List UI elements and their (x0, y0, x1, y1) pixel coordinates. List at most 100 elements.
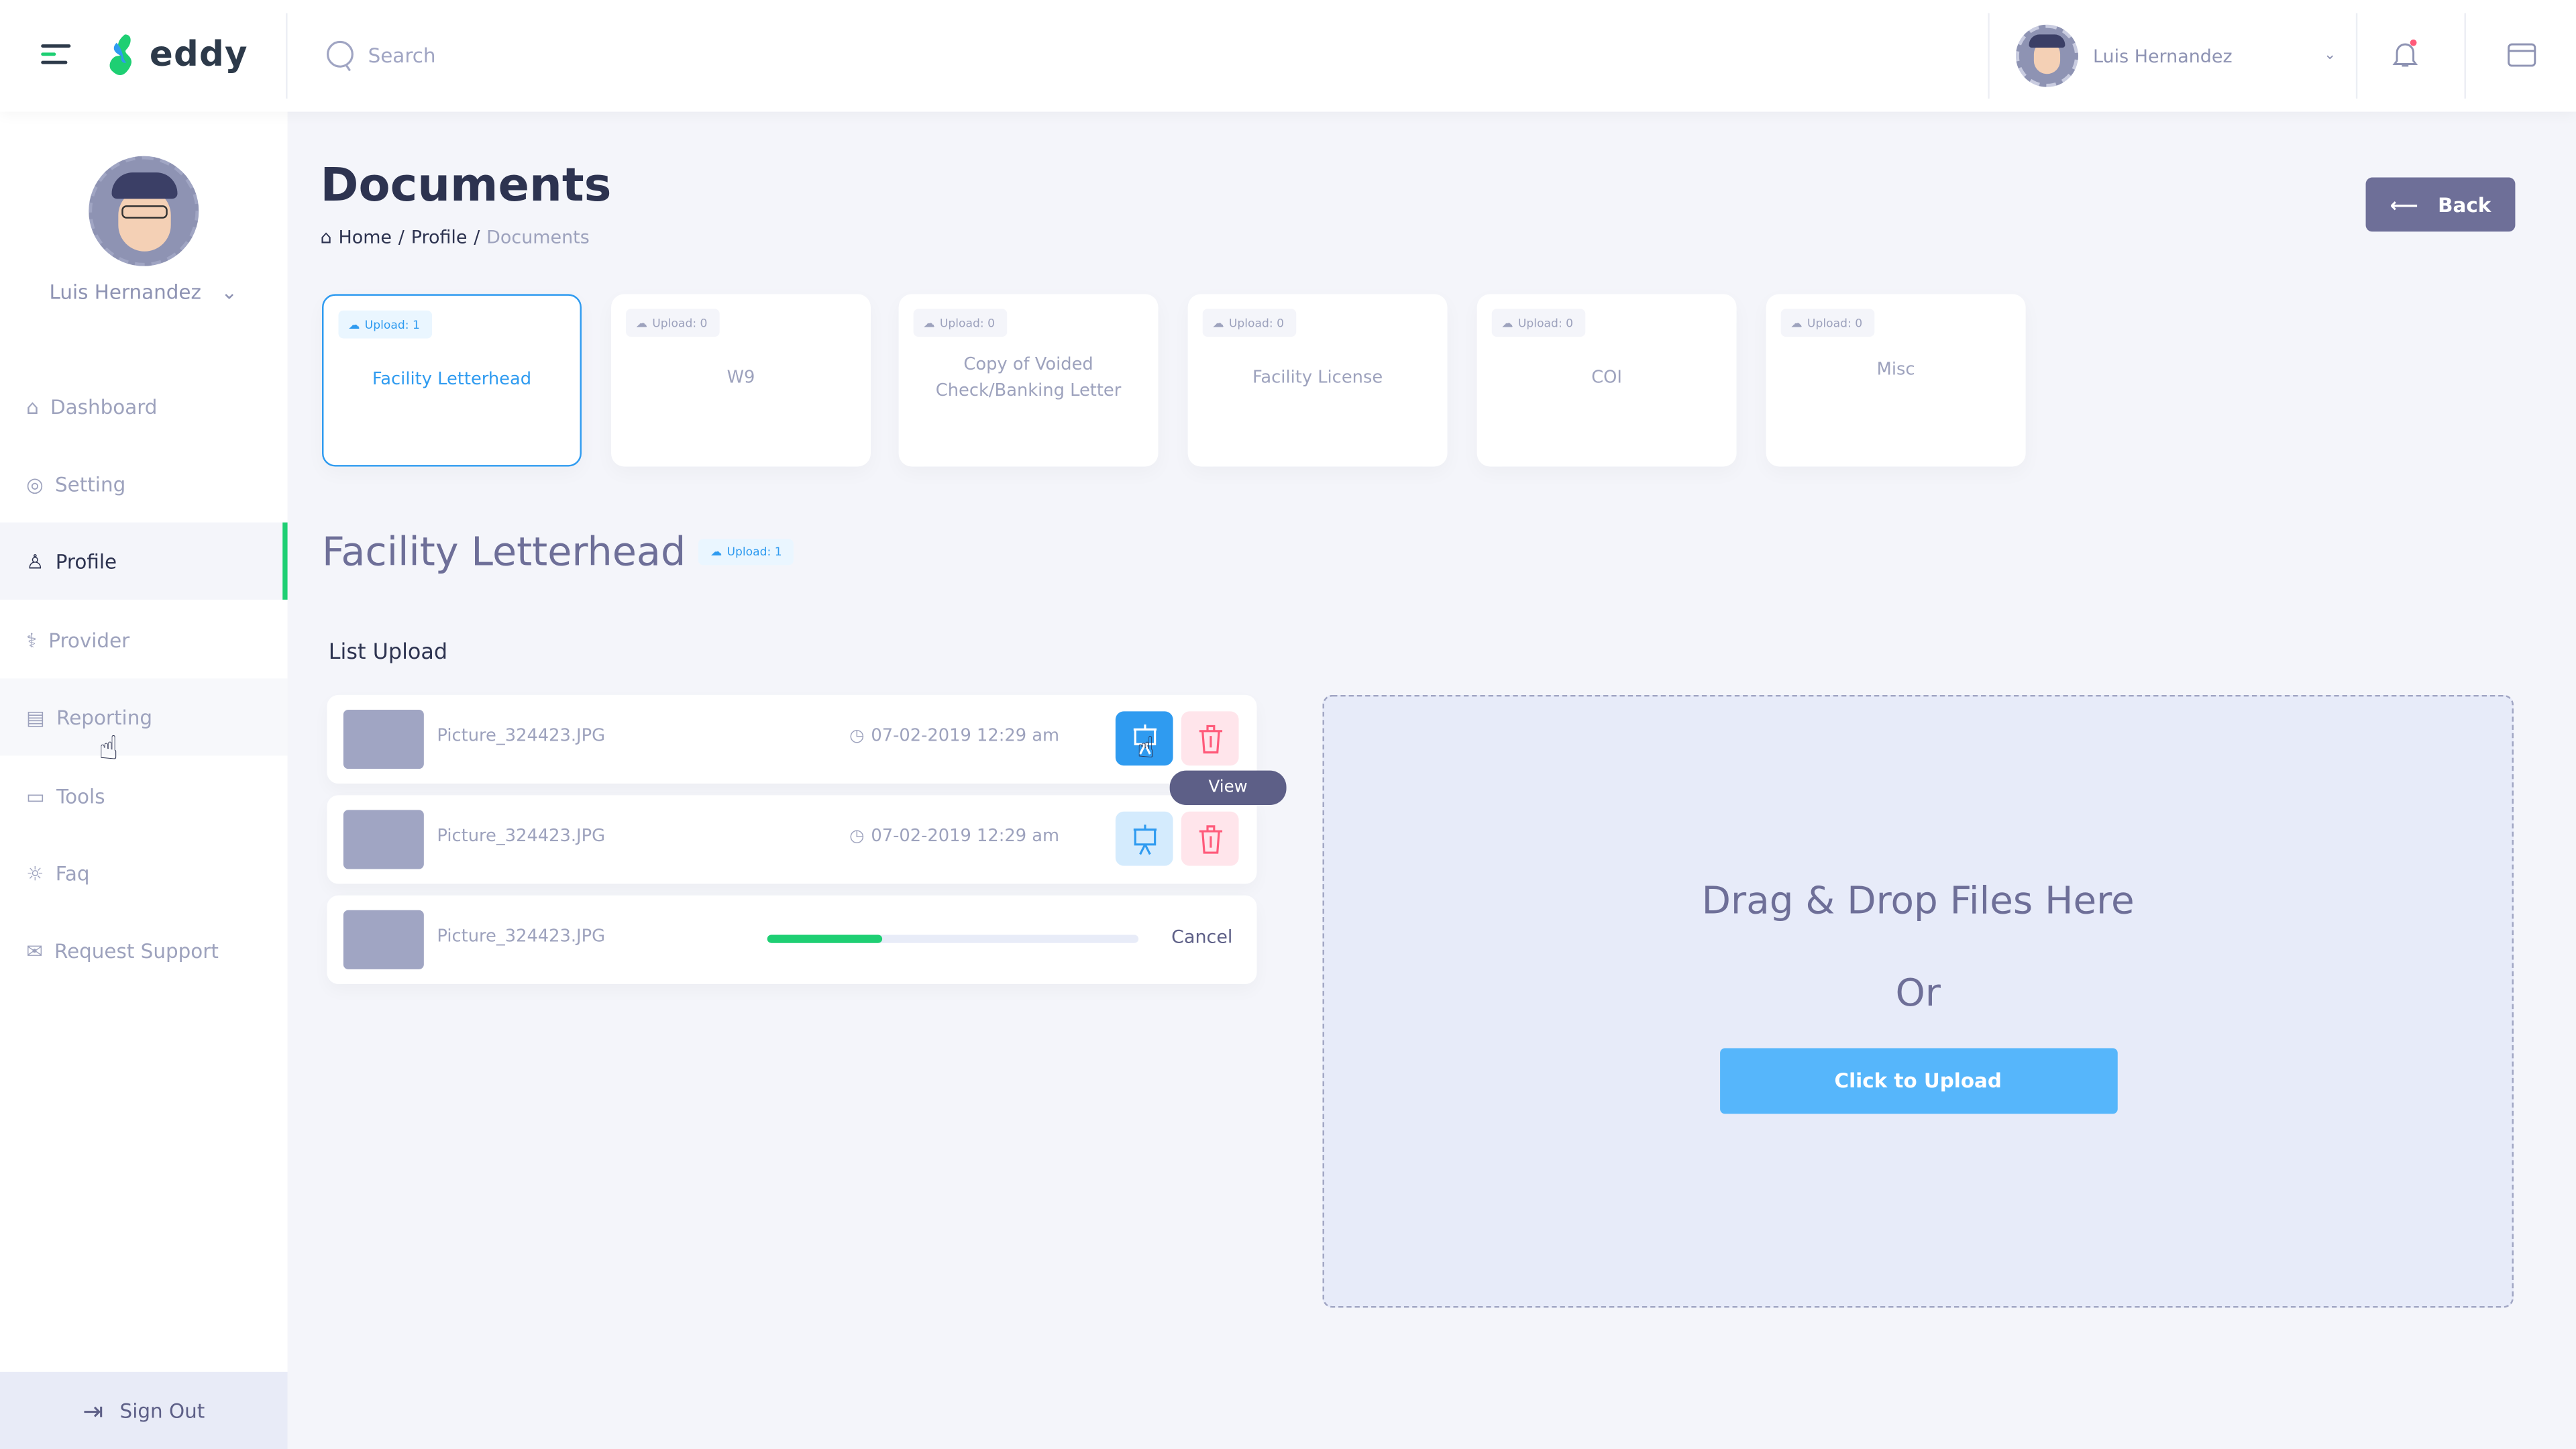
breadcrumb-current: Documents (486, 226, 590, 248)
file-name: Picture_324423.JPG (437, 726, 606, 746)
cloud-upload-icon: ☁ (923, 316, 935, 330)
home-icon: ⌂ (26, 394, 39, 419)
divider (2355, 13, 2358, 99)
clock-icon: ◷ (849, 726, 865, 746)
upload-count-badge: ☁ Upload: 1 (338, 310, 432, 339)
section-header: Facility Letterhead ☁ Upload: 1 (322, 529, 794, 575)
breadcrumb-home[interactable]: Home (338, 227, 392, 248)
top-bar: eddy Search Luis Hernandez ⌄ (0, 0, 2576, 112)
category-title: W9 (727, 368, 755, 388)
user-name: Luis Hernandez (2093, 45, 2233, 67)
sidebar-item-label: Provider (48, 628, 130, 652)
page-title: Documents (320, 158, 612, 212)
dropzone[interactable]: Drag & Drop Files Here Or Click to Uploa… (1322, 694, 2514, 1308)
category-title: Facility Letterhead (372, 370, 532, 390)
category-title: Misc (1876, 360, 1915, 380)
button-label: Click to Upload (1834, 1069, 2002, 1093)
sidebar-item-reporting[interactable]: ▤ Reporting (0, 678, 288, 756)
menu-icon[interactable] (41, 44, 71, 67)
back-button[interactable]: ⟵ Back (2365, 177, 2516, 232)
upload-row: Picture_324423.JPG ◷ 07-02-2019 12:29 am … (327, 694, 1257, 784)
sign-out-icon: ⇥ (83, 1395, 104, 1426)
sidebar-item-setting[interactable]: ◎ Setting (0, 445, 288, 523)
home-icon: ⌂ (320, 226, 332, 248)
cloud-upload-icon: ☁ (1501, 316, 1513, 330)
category-card-coi[interactable]: ☁ Upload: 0 COI (1477, 294, 1737, 467)
sidebar-item-tools[interactable]: ▭ Tools (0, 757, 288, 835)
sidebar-item-label: Reporting (56, 705, 152, 729)
breadcrumb: ⌂ Home / Profile / Documents (321, 227, 590, 248)
divider (2464, 13, 2466, 99)
chevron-down-icon: ⌄ (2323, 48, 2337, 64)
avatar (2015, 24, 2078, 87)
category-card-facility-letterhead[interactable]: ☁ Upload: 1 Facility Letterhead (322, 294, 582, 467)
trash-icon (1198, 824, 1222, 853)
date-text: 07-02-2019 12:29 am (871, 826, 1060, 847)
sidebar: Luis Hernandez ⌄ ⌂ Dashboard ◎ Setting ♙ Pr… (0, 111, 288, 1449)
badge-text: Upload: 0 (1807, 316, 1863, 330)
user-icon: ♙ (26, 549, 44, 573)
category-title: Copy of Voided Check/Banking Letter (935, 354, 1122, 401)
sidebar-user-name: Luis Hernandez (49, 280, 201, 305)
calendar-icon[interactable] (2507, 41, 2536, 74)
badge-text: Upload: 1 (727, 545, 782, 559)
upload-row: Picture_324423.JPG ◷ 07-02-2019 12:29 am (327, 795, 1257, 884)
logo-icon (109, 34, 132, 76)
search-input[interactable]: Search (325, 40, 1311, 72)
sidebar-item-label: Dashboard (50, 394, 158, 419)
breadcrumb-profile[interactable]: Profile (411, 227, 468, 248)
back-label: Back (2438, 193, 2491, 217)
view-button[interactable] (1115, 811, 1173, 866)
sign-out-label: Sign Out (119, 1399, 205, 1422)
badge-text: Upload: 0 (1228, 316, 1285, 330)
progress-fill (767, 934, 883, 943)
sidebar-item-profile[interactable]: ♙ Profile (0, 522, 288, 600)
sidebar-item-label: Request Support (54, 938, 219, 962)
sidebar-avatar (89, 156, 199, 266)
cancel-button[interactable]: Cancel (1171, 926, 1232, 948)
file-date: ◷ 07-02-2019 12:29 am (849, 826, 1059, 846)
sidebar-item-faq[interactable]: ☼ Faq (0, 835, 288, 912)
sign-out-button[interactable]: ⇥ Sign Out (0, 1371, 288, 1449)
cloud-upload-icon: ☁ (1212, 316, 1224, 330)
file-thumbnail (343, 709, 424, 769)
chat-icon: ✉ (26, 938, 43, 962)
category-title: COI (1591, 368, 1623, 388)
user-menu[interactable]: Luis Hernandez ⌄ (2015, 23, 2337, 89)
category-card-voided-check[interactable]: ☁ Upload: 0 Copy of Voided Check/Banking L… (898, 294, 1159, 467)
click-to-upload-button[interactable]: Click to Upload (1719, 1048, 2117, 1114)
sidebar-item-provider[interactable]: ⚕ Provider (0, 601, 288, 678)
upload-count-badge: ☁ Upload: 0 (1780, 309, 1874, 337)
sidebar-item-label: Faq (55, 861, 90, 885)
category-title: Facility License (1252, 368, 1383, 388)
category-card-facility-license[interactable]: ☁ Upload: 0 Facility License (1187, 294, 1448, 467)
upload-count-badge: ☁ Upload: 0 (626, 309, 719, 337)
brand-name: eddy (149, 34, 248, 74)
trash-icon (1198, 724, 1222, 753)
toolbox-icon: ▭ (26, 784, 45, 808)
sidebar-item-request-support[interactable]: ✉ Request Support (0, 912, 288, 989)
badge-text: Upload: 0 (939, 316, 996, 330)
sidebar-item-dashboard[interactable]: ⌂ Dashboard (0, 368, 288, 445)
report-icon: ▤ (26, 705, 45, 729)
upload-row-in-progress: Picture_324423.JPG Cancel (327, 895, 1257, 984)
category-card-misc[interactable]: ☁ Upload: 0 Misc (1766, 294, 2026, 467)
cloud-upload-icon: ☁ (635, 316, 647, 330)
delete-button[interactable] (1181, 711, 1239, 766)
dropzone-title: Drag & Drop Files Here (1701, 880, 2135, 924)
delete-button[interactable] (1181, 811, 1239, 866)
bell-icon[interactable] (2390, 39, 2420, 76)
divider (1988, 13, 1990, 99)
sidebar-user-menu[interactable]: Luis Hernandez ⌄ (49, 281, 237, 304)
sidebar-item-label: Setting (55, 472, 126, 496)
chevron-down-icon: ⌄ (221, 280, 237, 305)
upload-progress-bar (767, 934, 1139, 943)
arrow-left-icon: ⟵ (2390, 193, 2418, 217)
category-card-w9[interactable]: ☁ Upload: 0 W9 (611, 294, 871, 467)
file-name: Picture_324423.JPG (437, 926, 606, 947)
hand-cursor-icon: ☝ (1136, 731, 1155, 766)
file-date: ◷ 07-02-2019 12:29 am (849, 726, 1059, 745)
file-name: Picture_324423.JPG (437, 826, 606, 847)
cloud-upload-icon: ☁ (1790, 316, 1803, 330)
cloud-upload-icon: ☁ (348, 317, 360, 331)
